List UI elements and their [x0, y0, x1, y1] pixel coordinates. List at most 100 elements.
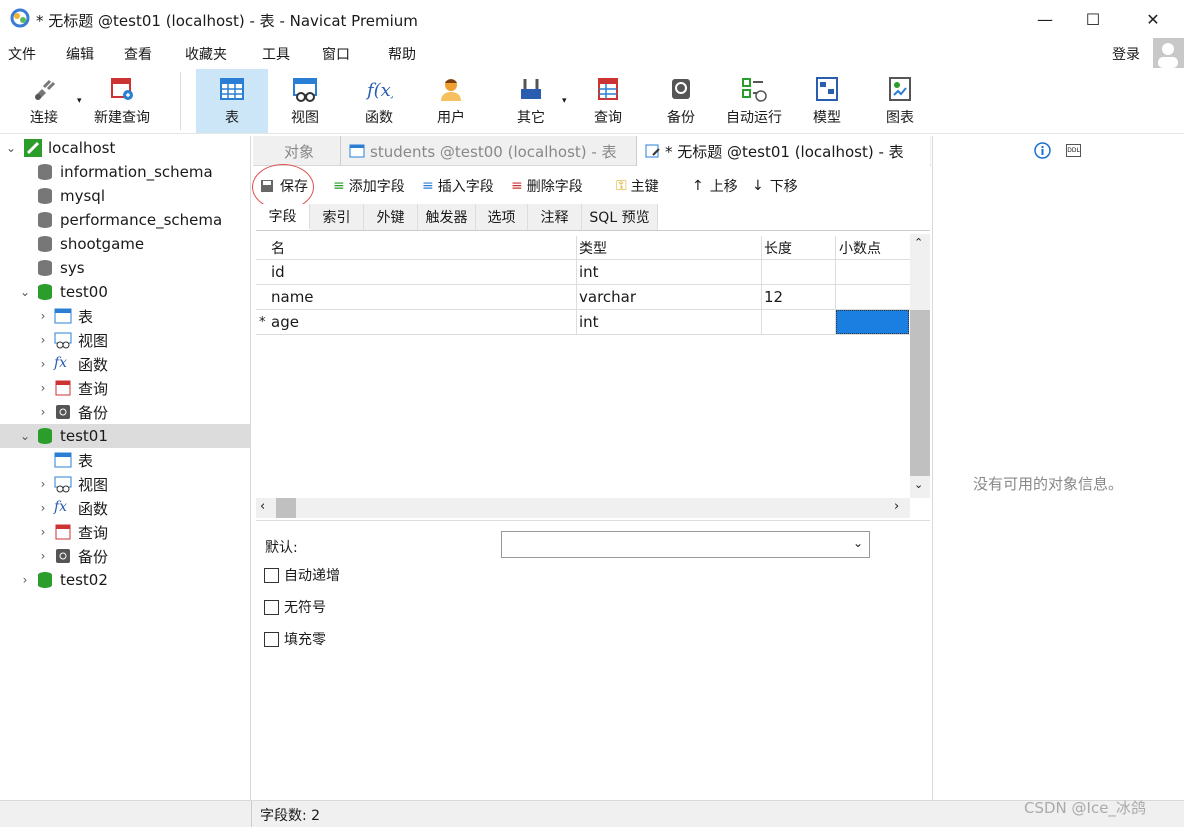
menu-file[interactable]: 文件	[8, 44, 36, 64]
table-button[interactable]: 表	[196, 69, 268, 133]
info-icon[interactable]	[1034, 142, 1051, 159]
login-link[interactable]: 登录	[1112, 44, 1140, 64]
cell-length[interactable]: 12	[764, 285, 783, 309]
tree-item-functions[interactable]: › fx 函数	[36, 352, 108, 376]
chevron-right-icon[interactable]: ›	[36, 501, 50, 515]
cell-decimals-selected[interactable]	[836, 310, 909, 334]
default-select[interactable]: ⌄	[501, 531, 870, 558]
cell-name[interactable]: age	[271, 310, 299, 334]
scroll-up-icon[interactable]: ⌃	[914, 236, 923, 249]
column-header-type[interactable]: 类型	[579, 236, 759, 260]
subtab-triggers[interactable]: 触发器	[418, 204, 476, 230]
cell-type[interactable]: varchar	[579, 285, 636, 309]
subtab-indexes[interactable]: 索引	[310, 204, 364, 230]
chart-button[interactable]: 图表	[868, 69, 932, 133]
chevron-right-icon[interactable]: ›	[36, 525, 50, 539]
view-button[interactable]: 视图	[270, 69, 340, 133]
tree-item-backups[interactable]: › 备份	[36, 400, 108, 424]
subtab-sql-preview[interactable]: SQL 预览	[582, 204, 658, 230]
chevron-right-icon[interactable]: ›	[36, 549, 50, 563]
other-dropdown-arrow-icon[interactable]: ▾	[562, 96, 567, 106]
tab-objects[interactable]: 对象	[262, 136, 336, 166]
menu-help[interactable]: 帮助	[388, 44, 416, 64]
tree-item-db[interactable]: sys	[36, 256, 85, 280]
query-button[interactable]: 查询	[576, 69, 640, 133]
tree-item-views[interactable]: › 视图	[36, 328, 108, 352]
backup-button[interactable]: 备份	[650, 69, 712, 133]
avatar[interactable]	[1153, 38, 1184, 68]
scroll-right-icon[interactable]: ›	[894, 499, 899, 514]
auto-increment-checkbox[interactable]: 自动递增	[264, 565, 340, 585]
tree-item-db[interactable]: shootgame	[36, 232, 144, 256]
cell-name[interactable]: name	[271, 285, 314, 309]
cell-type[interactable]: int	[579, 310, 599, 334]
chevron-right-icon[interactable]: ›	[36, 477, 50, 491]
chevron-right-icon[interactable]: ›	[18, 573, 32, 587]
automation-button[interactable]: 自动运行	[718, 69, 790, 133]
tree-item-db[interactable]: mysql	[36, 184, 105, 208]
tab-students[interactable]: students @test00 (localhost) - 表	[340, 136, 636, 166]
chevron-right-icon[interactable]: ›	[36, 333, 50, 347]
subtab-foreign-keys[interactable]: 外键	[364, 204, 418, 230]
cell-name[interactable]: id	[271, 260, 285, 284]
insert-field-button[interactable]: ≡ 插入字段	[422, 176, 494, 196]
move-up-button[interactable]: ↑ 上移	[692, 176, 738, 196]
chevron-right-icon[interactable]: ›	[36, 309, 50, 323]
menu-view[interactable]: 查看	[124, 44, 152, 64]
menu-tools[interactable]: 工具	[262, 44, 290, 64]
tab-untitled-active[interactable]: * 无标题 @test01 (localhost) - 表	[636, 136, 930, 166]
maximize-button[interactable]: ☐	[1070, 0, 1116, 38]
new-query-button[interactable]: 新建查询	[88, 69, 156, 133]
add-field-button[interactable]: ≡ 添加字段	[333, 176, 405, 196]
scroll-thumb[interactable]	[910, 310, 930, 476]
tree-item-test01[interactable]: ⌄ test01	[0, 424, 250, 448]
tree-item-tables[interactable]: › 表	[36, 304, 93, 328]
chevron-down-icon[interactable]: ⌄	[18, 285, 32, 299]
other-button[interactable]: 其它	[498, 69, 564, 133]
tree-item-db[interactable]: information_schema	[36, 160, 213, 184]
tree-item-queries[interactable]: › 查询	[36, 520, 108, 544]
tree-item-queries[interactable]: › 查询	[36, 376, 108, 400]
zerofill-checkbox[interactable]: 填充零	[264, 629, 326, 649]
column-header-name[interactable]: 名	[271, 236, 571, 260]
user-button[interactable]: 用户	[418, 69, 484, 133]
move-down-button[interactable]: ↓ 下移	[752, 176, 798, 196]
tree-item-backups[interactable]: › 备份	[36, 544, 108, 568]
chevron-down-icon[interactable]: ⌄	[4, 141, 18, 155]
vertical-scrollbar[interactable]: ⌃ ⌄	[910, 234, 930, 498]
menu-edit[interactable]: 编辑	[66, 44, 94, 64]
chevron-right-icon[interactable]: ›	[36, 381, 50, 395]
checkbox-box[interactable]	[264, 599, 279, 615]
scroll-left-icon[interactable]: ‹	[260, 499, 265, 514]
connect-dropdown-arrow-icon[interactable]: ▾	[77, 96, 82, 106]
function-button[interactable]: f(x) 函数	[344, 69, 414, 133]
tree-item-tables[interactable]: 表	[54, 448, 93, 472]
tree-item-test00[interactable]: ⌄ test00	[18, 280, 108, 304]
model-button[interactable]: 模型	[796, 69, 858, 133]
ddl-icon[interactable]: DDL	[1066, 144, 1081, 157]
tree-item-db[interactable]: performance_schema	[36, 208, 222, 232]
connect-button[interactable]: 连接	[12, 69, 76, 133]
tree-item-views[interactable]: › 视图	[36, 472, 108, 496]
column-header-length[interactable]: 长度	[764, 236, 834, 260]
scroll-down-icon[interactable]: ⌄	[914, 478, 923, 491]
chevron-down-icon[interactable]: ⌄	[18, 429, 32, 443]
column-header-decimals[interactable]: 小数点	[839, 236, 909, 260]
scroll-thumb[interactable]	[276, 498, 296, 518]
primary-key-button[interactable]: ⚿ 主键	[616, 176, 659, 196]
chevron-right-icon[interactable]: ›	[36, 357, 50, 371]
subtab-fields[interactable]: 字段	[256, 204, 310, 230]
checkbox-box[interactable]	[264, 631, 279, 647]
subtab-options[interactable]: 选项	[476, 204, 528, 230]
unsigned-checkbox[interactable]: 无符号	[264, 597, 326, 617]
tree-item-localhost[interactable]: ⌄ localhost	[4, 136, 250, 160]
menu-favorites[interactable]: 收藏夹	[185, 44, 227, 64]
chevron-right-icon[interactable]: ›	[36, 405, 50, 419]
tree-item-functions[interactable]: › fx 函数	[36, 496, 108, 520]
close-button[interactable]: ✕	[1130, 0, 1176, 38]
checkbox-box[interactable]	[264, 567, 279, 583]
cell-type[interactable]: int	[579, 260, 599, 284]
subtab-comments[interactable]: 注释	[528, 204, 582, 230]
delete-field-button[interactable]: ≡ 删除字段	[511, 176, 583, 196]
menu-window[interactable]: 窗口	[322, 44, 350, 64]
